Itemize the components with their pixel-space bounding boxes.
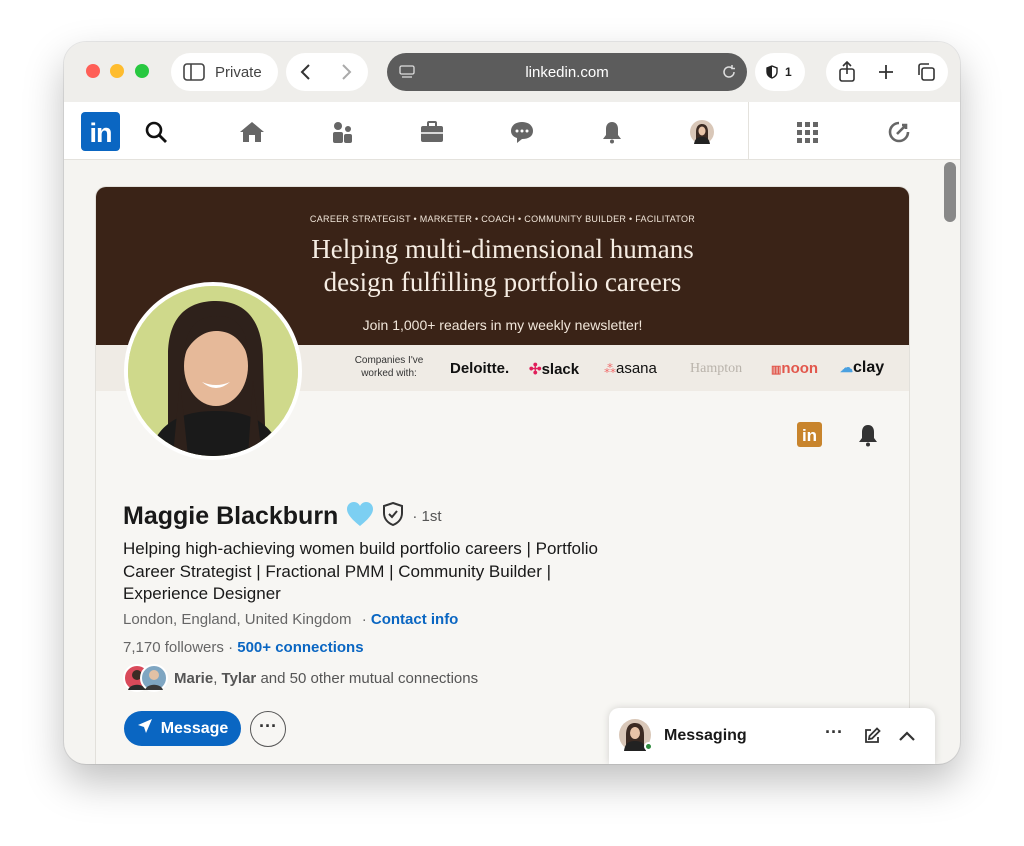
nav-divider	[748, 102, 749, 160]
messaging-label: Messaging	[664, 727, 747, 744]
company-logo-noon: ▥noon	[771, 360, 819, 377]
linkedin-global-nav: in	[64, 102, 960, 160]
tab-overview-icon[interactable]	[916, 62, 936, 82]
banner-tagline: CAREER STRATEGIST • MARKETER • COACH • C…	[309, 214, 696, 224]
sidebar-icon	[183, 63, 205, 81]
companies-label: Companies I've worked with:	[354, 355, 424, 379]
jobs-icon[interactable]	[418, 118, 446, 146]
messaging-more-icon[interactable]: ···	[825, 722, 843, 743]
linkedin-profile-badge-icon[interactable]: in	[797, 422, 822, 447]
address-bar[interactable]: linkedin.com	[387, 53, 747, 91]
me-avatar[interactable]	[688, 118, 716, 146]
profile-card: CAREER STRATEGIST • MARKETER • COACH • C…	[96, 187, 909, 764]
close-window-button[interactable]	[86, 64, 100, 78]
connection-degree: · 1st	[412, 508, 442, 525]
send-icon	[137, 718, 153, 739]
company-logo-slack: ✣slack	[529, 361, 580, 378]
new-tab-icon[interactable]	[877, 63, 895, 81]
notifications-icon[interactable]	[598, 118, 626, 146]
verified-shield-icon[interactable]	[382, 501, 404, 531]
company-logo-deloitte: Deloitte.	[450, 360, 510, 377]
more-actions-button[interactable]: ···	[250, 711, 286, 747]
chevron-up-icon[interactable]	[898, 729, 916, 747]
share-icon[interactable]	[838, 61, 856, 83]
mutual-connections-text: Marie, Tylar and 50 other mutual connect…	[174, 669, 479, 687]
maximize-window-button[interactable]	[135, 64, 149, 78]
forward-icon[interactable]	[338, 63, 354, 81]
company-logo-asana: ⁂asana	[604, 360, 657, 377]
back-icon[interactable]	[298, 63, 314, 81]
private-label: Private	[215, 63, 262, 81]
profile-photo[interactable]	[124, 282, 302, 460]
reload-icon[interactable]	[721, 64, 737, 80]
company-logo-clay: ☁clay	[840, 359, 885, 376]
premium-icon[interactable]	[885, 118, 913, 146]
notification-bell-icon[interactable]	[856, 423, 880, 452]
compose-icon[interactable]	[863, 727, 881, 750]
navigation-buttons	[286, 53, 368, 91]
profile-location-row: London, England, United Kingdom · Contac…	[123, 611, 459, 628]
browser-window: Private linkedin.com 1 in CAREER STRATEG…	[64, 42, 960, 764]
shield-count: 1	[785, 65, 792, 79]
profile-headline: Helping high-achieving women build portf…	[123, 539, 599, 603]
apps-grid-icon[interactable]	[793, 118, 821, 146]
asana-icon: ⁂	[604, 362, 616, 376]
messaging-overlay[interactable]: Messaging ···	[609, 708, 935, 764]
profile-name-row: Maggie Blackburn · 1st	[123, 501, 442, 532]
mutual-connections-row[interactable]: Marie, Tylar and 50 other mutual connect…	[123, 664, 478, 692]
slack-icon: ✣	[529, 361, 542, 378]
profile-location: London, England, United Kingdom	[123, 611, 352, 628]
privacy-shield-button[interactable]: 1	[755, 53, 805, 91]
profile-name: Maggie Blackburn	[123, 502, 339, 530]
online-status-dot	[644, 742, 653, 751]
network-icon[interactable]	[328, 118, 356, 146]
page-scrollbar[interactable]	[944, 162, 956, 222]
browser-toolbar: Private linkedin.com 1	[64, 42, 960, 102]
messaging-icon[interactable]	[508, 118, 536, 146]
noon-icon: ▥	[771, 364, 782, 376]
followers-count: 7,170 followers	[123, 639, 224, 656]
page-menu-icon[interactable]	[399, 65, 415, 79]
linkedin-logo[interactable]: in	[81, 112, 120, 151]
search-icon[interactable]	[142, 118, 170, 146]
shield-icon	[766, 65, 778, 79]
url-text: linkedin.com	[525, 63, 609, 81]
profile-photo-image	[128, 286, 298, 456]
private-tab-group-button[interactable]: Private	[171, 53, 278, 91]
heart-icon	[346, 501, 374, 532]
mutual-avatars	[123, 664, 169, 692]
connections-link[interactable]: 500+ connections	[237, 639, 363, 656]
messaging-avatar	[619, 718, 653, 757]
contact-info-link[interactable]: Contact info	[371, 611, 459, 628]
clay-icon: ☁	[840, 360, 853, 375]
browser-actions	[826, 53, 948, 91]
minimize-window-button[interactable]	[110, 64, 124, 78]
profile-stats-row: 7,170 followers · 500+ connections	[123, 639, 364, 656]
home-icon[interactable]	[238, 118, 266, 146]
message-button[interactable]: Message	[124, 711, 241, 746]
company-logo-hampton: Hampton	[690, 361, 743, 376]
